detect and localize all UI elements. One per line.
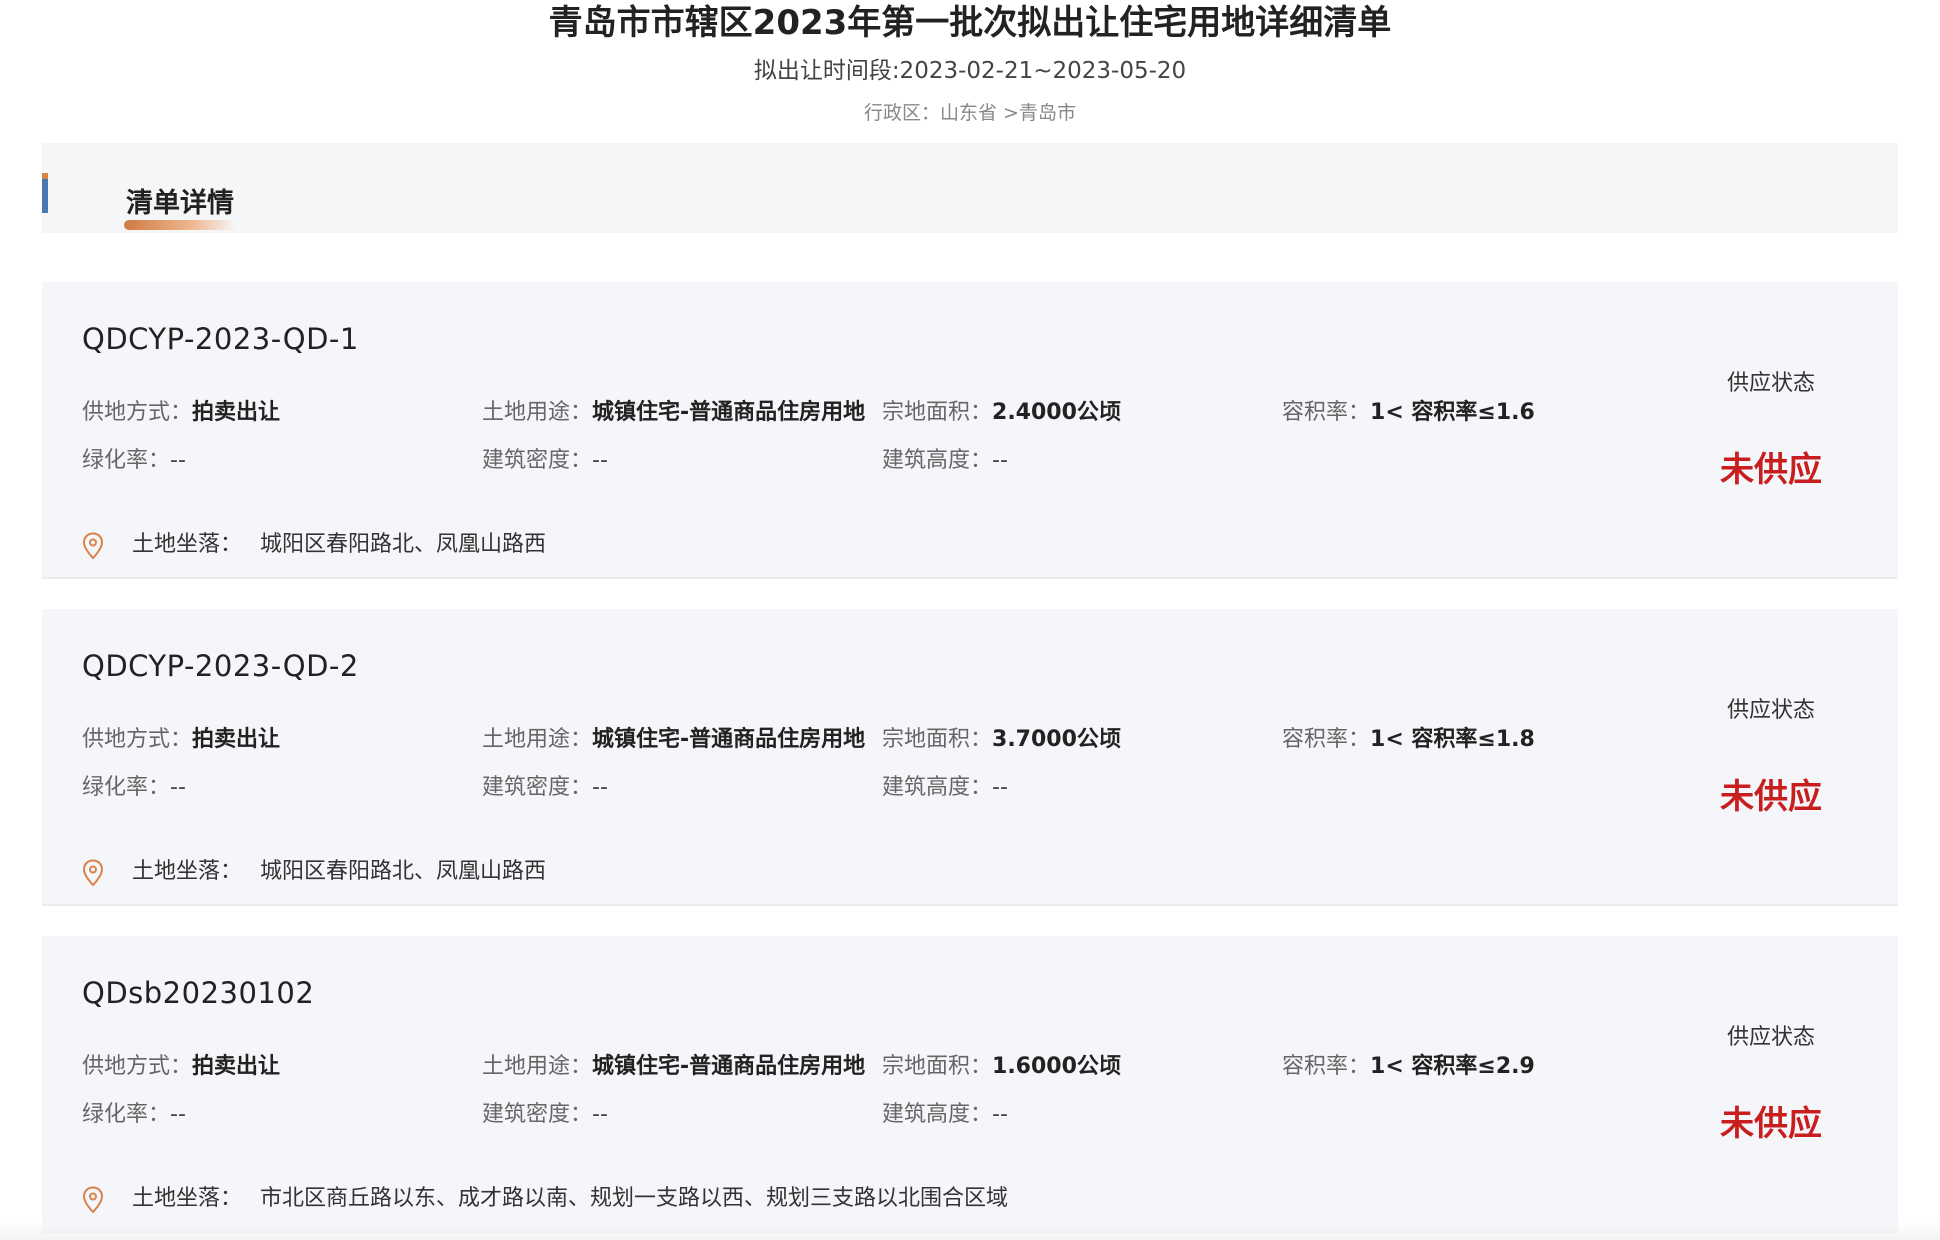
land-use-field: 土地用途：城镇住宅-普通商品住房用地 <box>482 1054 866 1079</box>
far-value: 1< 容积率≤1.6 <box>1370 400 1535 425</box>
area-field: 宗地面积：2.4000公顷 <box>882 400 1121 425</box>
green-rate-field: 绿化率：-- <box>82 1102 186 1127</box>
map-pin-icon <box>82 1186 104 1214</box>
height-field: 建筑高度：-- <box>882 448 1008 473</box>
far-field: 容积率：1< 容积率≤1.6 <box>1282 400 1535 425</box>
status-badge: 未供应 <box>1720 450 1822 490</box>
far-field: 容积率：1< 容积率≤2.9 <box>1282 1054 1535 1079</box>
density-field: 建筑密度：-- <box>482 1102 608 1127</box>
green-rate-value: -- <box>170 1102 186 1127</box>
green-rate-value: -- <box>170 775 186 800</box>
section-accent-mark <box>42 173 48 179</box>
status-badge: 未供应 <box>1720 1104 1822 1144</box>
map-pin-icon <box>82 859 104 887</box>
location-value: 市北区商丘路以东、成才路以南、规划一支路以西、规划三支路以北围合区域 <box>260 1186 1009 1211</box>
green-rate-field: 绿化率：-- <box>82 448 186 473</box>
height-field: 建筑高度：-- <box>882 775 1008 800</box>
density-value: -- <box>592 775 608 800</box>
section-title: 清单详情 <box>126 188 234 219</box>
land-use-value: 城镇住宅-普通商品住房用地 <box>592 400 866 425</box>
land-use-value: 城镇住宅-普通商品住房用地 <box>592 727 866 752</box>
location-value: 城阳区春阳路北、凤凰山路西 <box>260 859 547 884</box>
location-field: 土地坐落： 城阳区春阳路北、凤凰山路西 <box>132 532 547 557</box>
area-field: 宗地面积：3.7000公顷 <box>882 727 1121 752</box>
location-field: 土地坐落： 市北区商丘路以东、成才路以南、规划一支路以西、规划三支路以北围合区域 <box>132 1186 1009 1211</box>
location-field: 土地坐落： 城阳区春阳路北、凤凰山路西 <box>132 859 547 884</box>
land-use-field: 土地用途：城镇住宅-普通商品住房用地 <box>482 727 866 752</box>
land-use-value: 城镇住宅-普通商品住房用地 <box>592 1054 866 1079</box>
page-title: 青岛市市辖区2023年第一批次拟出让住宅用地详细清单 <box>548 3 1392 43</box>
section-accent-bar <box>42 173 48 213</box>
parcel-code: QDsb20230102 <box>82 976 315 1010</box>
parcel-code: QDCYP-2023-QD-1 <box>82 322 359 356</box>
map-pin-icon <box>82 532 104 560</box>
density-value: -- <box>592 448 608 473</box>
land-use-field: 土地用途：城镇住宅-普通商品住房用地 <box>482 400 866 425</box>
green-rate-field: 绿化率：-- <box>82 775 186 800</box>
far-field: 容积率：1< 容积率≤1.8 <box>1282 727 1535 752</box>
region-breadcrumb: 行政区：山东省 >青岛市 <box>864 102 1076 124</box>
status-badge: 未供应 <box>1720 777 1822 817</box>
supply-method-field: 供地方式：拍卖出让 <box>82 727 281 752</box>
section-header: 清单详情 <box>42 143 1898 233</box>
area-field: 宗地面积：1.6000公顷 <box>882 1054 1121 1079</box>
height-value: -- <box>992 448 1008 473</box>
status-label: 供应状态 <box>1726 1025 1815 1050</box>
far-value: 1< 容积率≤1.8 <box>1370 727 1535 752</box>
density-field: 建筑密度：-- <box>482 448 608 473</box>
supply-method-value: 拍卖出让 <box>192 1054 281 1079</box>
location-value: 城阳区春阳路北、凤凰山路西 <box>260 532 547 557</box>
parcel-code: QDCYP-2023-QD-2 <box>82 649 359 683</box>
area-value: 3.7000公顷 <box>992 727 1121 752</box>
density-value: -- <box>592 1102 608 1127</box>
area-value: 1.6000公顷 <box>992 1054 1121 1079</box>
parcel-card[interactable]: QDsb20230102 供地方式：拍卖出让 土地用途：城镇住宅-普通商品住房用… <box>42 936 1898 1233</box>
height-field: 建筑高度：-- <box>882 1102 1008 1127</box>
far-value: 1< 容积率≤2.9 <box>1370 1054 1535 1079</box>
supply-method-field: 供地方式：拍卖出让 <box>82 400 281 425</box>
bottom-fade <box>0 1222 1940 1240</box>
parcel-card[interactable]: QDCYP-2023-QD-2 供地方式：拍卖出让 土地用途：城镇住宅-普通商品… <box>42 609 1898 906</box>
status-label: 供应状态 <box>1726 371 1815 396</box>
density-field: 建筑密度：-- <box>482 775 608 800</box>
height-value: -- <box>992 775 1008 800</box>
section-underline <box>124 220 236 230</box>
green-rate-value: -- <box>170 448 186 473</box>
height-value: -- <box>992 1102 1008 1127</box>
area-value: 2.4000公顷 <box>992 400 1121 425</box>
supply-method-value: 拍卖出让 <box>192 727 281 752</box>
transfer-period: 拟出让时间段:2023-02-21~2023-05-20 <box>753 58 1187 84</box>
supply-method-value: 拍卖出让 <box>192 400 281 425</box>
supply-method-field: 供地方式：拍卖出让 <box>82 1054 281 1079</box>
parcel-card[interactable]: QDCYP-2023-QD-1 供地方式：拍卖出让 土地用途：城镇住宅-普通商品… <box>42 282 1898 579</box>
status-label: 供应状态 <box>1726 698 1815 723</box>
